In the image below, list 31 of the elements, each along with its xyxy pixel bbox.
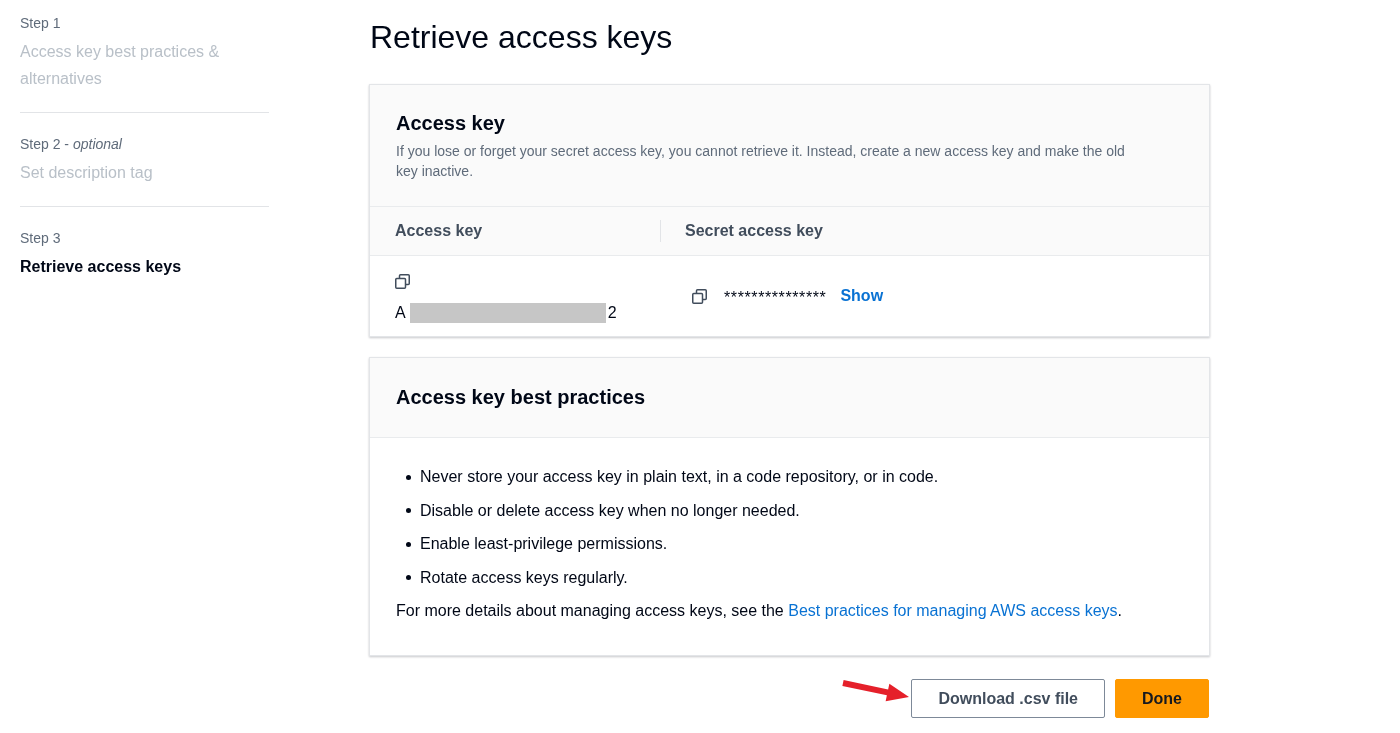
best-practices-link[interactable]: Best practices for managing AWS access keys [788, 602, 1118, 619]
column-header: Secret access key [660, 207, 1209, 256]
list-item-text: Rotate access keys regularly. [420, 567, 628, 588]
bullet-icon [406, 541, 411, 547]
key-fragment: A [395, 303, 406, 323]
arrow-icon [842, 680, 910, 702]
list-item-text: Never store your access key in plain text, in a code repository, or in code. [420, 467, 939, 487]
panel-title: Access key best practices [396, 385, 647, 409]
step-label: Step 2 - optional [20, 135, 123, 154]
step-label: Step 1 [20, 14, 62, 33]
step-title: Retrieve access keys [20, 257, 183, 277]
panel-title: Access key [396, 111, 506, 135]
details-paragraph: For more details about managing access keys, see the Best practices for managing AWS access keys. [396, 601, 1123, 621]
masked-secret: *************** [724, 288, 827, 307]
key-fragment: 2 [607, 303, 617, 323]
done-button[interactable]: Done [1115, 679, 1209, 718]
bullet-icon [406, 575, 411, 580]
panel-description: If you lose or forget your secret access key, you cannot retrieve it. Instead, create a new access key and make the old key inactive. [396, 142, 1126, 181]
list-item-text: Enable least-privilege permissions. [420, 534, 668, 554]
copy-icon[interactable] [692, 288, 707, 304]
page-title: Retrieve access keys [370, 18, 674, 56]
step-title: Set description tag [20, 163, 154, 183]
download-button[interactable]: Download .csv file [911, 679, 1105, 718]
bullet-icon [406, 474, 411, 480]
step-title: Access key best practices & alternatives [20, 42, 221, 89]
step-label: Step 3 [20, 229, 62, 248]
show-link[interactable]: Show [840, 287, 884, 305]
copy-icon[interactable] [395, 274, 410, 289]
list-item-text: Disable or delete access key when no longer needed. [420, 500, 800, 521]
bullet-icon [406, 508, 411, 513]
column-header: Access key [370, 207, 660, 256]
